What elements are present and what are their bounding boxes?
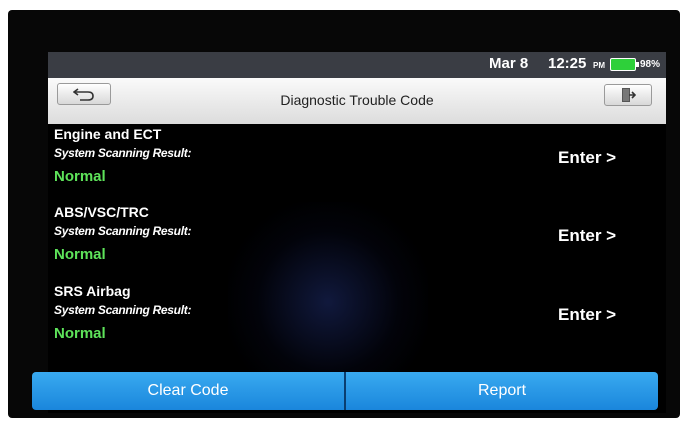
battery-icon (610, 58, 639, 71)
battery-percent: 98% (640, 59, 661, 70)
exit-door-icon (622, 88, 636, 102)
page-title: Diagnostic Trouble Code (280, 92, 434, 108)
device-screen: Mar 8 12:25 PM 98% Diagnostic Trouble Co… (48, 52, 666, 413)
enter-button[interactable]: Enter > (558, 148, 616, 168)
system-status: Normal (54, 246, 106, 263)
bottom-action-bar: Clear Code Report (32, 372, 658, 410)
system-result-label: System Scanning Result: (54, 303, 192, 317)
system-name: Engine and ECT (54, 126, 162, 142)
exit-button[interactable] (604, 84, 652, 106)
system-result-label: System Scanning Result: (54, 224, 192, 238)
title-bar: Diagnostic Trouble Code (48, 78, 666, 124)
status-ampm: PM (593, 61, 605, 70)
system-row-engine: Engine and ECT System Scanning Result: N… (48, 126, 666, 204)
enter-button[interactable]: Enter > (558, 305, 616, 325)
system-status: Normal (54, 325, 106, 342)
enter-button[interactable]: Enter > (558, 226, 616, 246)
system-row-abs: ABS/VSC/TRC System Scanning Result: Norm… (48, 204, 666, 282)
status-bar: Mar 8 12:25 PM 98% (48, 52, 666, 78)
system-result-label: System Scanning Result: (54, 146, 192, 160)
system-status: Normal (54, 168, 106, 185)
system-name: SRS Airbag (54, 283, 131, 299)
system-row-srs: SRS Airbag System Scanning Result: Norma… (48, 283, 666, 361)
system-name: ABS/VSC/TRC (54, 204, 149, 220)
status-time: 12:25 (548, 55, 587, 72)
clear-code-button[interactable]: Clear Code (32, 372, 346, 410)
report-button[interactable]: Report (346, 372, 658, 410)
status-date: Mar 8 (489, 55, 529, 72)
